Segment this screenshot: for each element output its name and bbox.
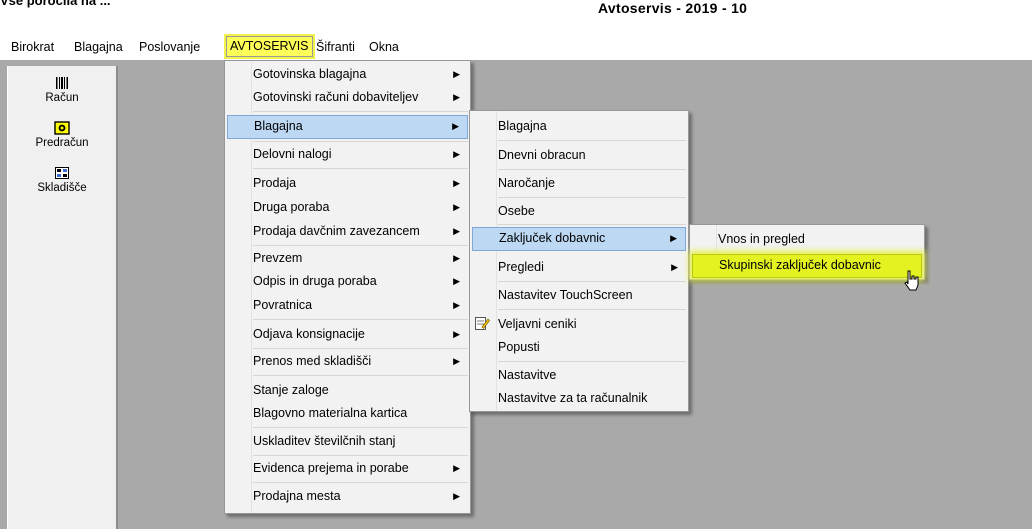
menu-item-prodaja-davcnim[interactable]: Prodaja davčnim zavezancem ▶ bbox=[227, 220, 468, 242]
submenu-item-popusti[interactable]: Popusti bbox=[472, 336, 686, 358]
submenu-arrow-icon: ▶ bbox=[453, 329, 460, 339]
tool-racun[interactable]: Račun bbox=[8, 76, 116, 104]
menu-separator bbox=[498, 361, 686, 362]
menu-sifranti[interactable]: Šifranti bbox=[313, 38, 358, 56]
window-title: Avtoservis - 2019 - 10 bbox=[598, 0, 748, 16]
menu-item-gotovinski-racuni[interactable]: Gotovinski računi dobaviteljev ▶ bbox=[227, 86, 468, 108]
menu-item-odpis[interactable]: Odpis in druga poraba ▶ bbox=[227, 270, 468, 292]
blagajna-submenu: Blagajna Dnevni obracun Naročanje Osebe … bbox=[469, 110, 689, 412]
submenu-arrow-icon: ▶ bbox=[453, 226, 460, 236]
submenu-arrow-icon: ▶ bbox=[453, 300, 460, 310]
menu-avtoservis[interactable]: AVTOSERVIS bbox=[226, 36, 313, 57]
menu-separator bbox=[253, 427, 468, 428]
submenu-item-osebe[interactable]: Osebe bbox=[472, 200, 686, 222]
menu-okna[interactable]: Okna bbox=[366, 38, 402, 56]
submenu-arrow-icon: ▶ bbox=[453, 253, 460, 263]
menu-separator bbox=[253, 319, 468, 320]
menu-birokrat[interactable]: Birokrat bbox=[8, 38, 57, 56]
camera-icon bbox=[54, 121, 70, 135]
menu-item-odjava-konsignacije[interactable]: Odjava konsignacije ▶ bbox=[227, 323, 468, 345]
menu-separator bbox=[253, 141, 468, 142]
menu-item-druga-poraba[interactable]: Druga poraba ▶ bbox=[227, 196, 468, 218]
menu-item-evidenca[interactable]: Evidenca prejema in porabe ▶ bbox=[227, 457, 468, 479]
menu-item-gotovinska-blagajna[interactable]: Gotovinska blagajna ▶ bbox=[227, 63, 468, 85]
zakljucek-submenu: Vnos in pregled Skupinski zaključek doba… bbox=[689, 224, 925, 280]
menu-separator bbox=[253, 375, 468, 376]
menu-item-prenos-med-skladisci[interactable]: Prenos med skladišči ▶ bbox=[227, 350, 468, 372]
edit-notepad-icon bbox=[475, 317, 490, 330]
clipped-top-text: Vse poročila na ... bbox=[0, 0, 111, 8]
submenu-arrow-icon: ▶ bbox=[453, 463, 460, 473]
menu-item-blagovno-materialna[interactable]: Blagovno materialna kartica bbox=[227, 402, 468, 424]
menu-blagajna[interactable]: Blagajna bbox=[71, 38, 126, 56]
submenu-item-zakljucek-dobavnic[interactable]: Zaključek dobavnic ▶ bbox=[472, 227, 686, 251]
submenu-arrow-icon: ▶ bbox=[453, 276, 460, 286]
submenu-arrow-icon: ▶ bbox=[453, 69, 460, 79]
barcode-icon bbox=[56, 77, 68, 89]
menu-separator bbox=[253, 455, 468, 456]
title-strip: Vse poročila na ... Avtoservis - 2019 - … bbox=[0, 0, 1032, 30]
menu-item-prodaja[interactable]: Prodaja ▶ bbox=[227, 172, 468, 194]
menu-separator bbox=[498, 281, 686, 282]
submenu-item-skupinski-zakljucek[interactable]: Skupinski zaključek dobavnic bbox=[692, 254, 922, 278]
menu-item-prodajna-mesta[interactable]: Prodajna mesta ▶ bbox=[227, 485, 468, 507]
submenu-arrow-icon: ▶ bbox=[453, 202, 460, 212]
submenu-arrow-icon: ▶ bbox=[453, 356, 460, 366]
menu-separator bbox=[498, 140, 686, 141]
submenu-arrow-icon: ▶ bbox=[453, 178, 460, 188]
menu-separator bbox=[253, 482, 468, 483]
menu-item-stanje-zaloge[interactable]: Stanje zaloge bbox=[227, 379, 468, 401]
submenu-item-nastavitve-racunalnik[interactable]: Nastavitve za ta računalnik bbox=[472, 387, 686, 409]
menu-separator bbox=[253, 245, 468, 246]
menu-separator bbox=[498, 197, 686, 198]
tool-skladisce-label: Skladišče bbox=[37, 182, 87, 194]
menu-separator bbox=[253, 168, 468, 169]
warehouse-icon bbox=[55, 167, 69, 179]
menu-separator bbox=[498, 309, 686, 310]
menu-item-delovni-nalogi[interactable]: Delovni nalogi ▶ bbox=[227, 143, 468, 165]
submenu-item-narocanje[interactable]: Naročanje bbox=[472, 172, 686, 194]
menu-separator bbox=[498, 169, 686, 170]
submenu-item-veljavni-ceniki[interactable]: Veljavni ceniki bbox=[472, 313, 686, 335]
submenu-item-nastavitve[interactable]: Nastavitve bbox=[472, 364, 686, 386]
submenu-item-nastavitev-touchscreen[interactable]: Nastavitev TouchScreen bbox=[472, 284, 686, 306]
toolbar-panel: Račun Predračun Skladišče bbox=[7, 66, 118, 529]
menu-item-blagajna[interactable]: Blagajna ▶ bbox=[227, 115, 468, 139]
tool-skladisce[interactable]: Skladišče bbox=[8, 166, 116, 194]
submenu-arrow-icon: ▶ bbox=[453, 149, 460, 159]
menu-poslovanje[interactable]: Poslovanje bbox=[136, 38, 203, 56]
menu-item-uskladitev[interactable]: Uskladitev številčnih stanj bbox=[227, 430, 468, 452]
submenu-arrow-icon: ▶ bbox=[452, 121, 459, 131]
tool-predracun-label: Predračun bbox=[35, 137, 89, 149]
submenu-item-pregledi[interactable]: Pregledi ▶ bbox=[472, 256, 686, 278]
submenu-item-vnos-in-pregled[interactable]: Vnos in pregled bbox=[692, 228, 922, 250]
tool-racun-label: Račun bbox=[45, 92, 79, 104]
mouse-cursor-icon bbox=[904, 270, 919, 291]
menu-separator bbox=[498, 224, 686, 225]
submenu-arrow-icon: ▶ bbox=[670, 233, 677, 243]
tool-predracun[interactable]: Predračun bbox=[8, 121, 116, 149]
submenu-item-blagajna[interactable]: Blagajna bbox=[472, 115, 686, 137]
menubar: Birokrat Blagajna Poslovanje AVTOSERVIS … bbox=[0, 34, 1032, 58]
submenu-arrow-icon: ▶ bbox=[671, 262, 678, 272]
submenu-item-dnevni-obracun[interactable]: Dnevni obracun bbox=[472, 144, 686, 166]
submenu-arrow-icon: ▶ bbox=[453, 491, 460, 501]
avtoservis-menu: Gotovinska blagajna ▶ Gotovinski računi d… bbox=[224, 60, 471, 514]
menu-separator bbox=[253, 348, 468, 349]
submenu-arrow-icon: ▶ bbox=[453, 92, 460, 102]
menu-item-prevzem[interactable]: Prevzem ▶ bbox=[227, 247, 468, 269]
menu-separator bbox=[253, 111, 468, 112]
menu-item-povratnica[interactable]: Povratnica ▶ bbox=[227, 294, 468, 316]
